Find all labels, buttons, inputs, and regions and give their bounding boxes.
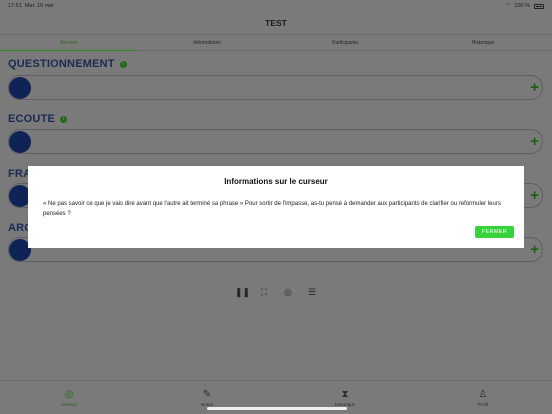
modal-title: Informations sur le curseur [224,177,328,186]
slider-knob[interactable] [9,77,31,99]
pause-icon[interactable]: ❚❚ [235,287,250,298]
tab-bar: Session Informations Participants Histor… [0,34,552,51]
nav-profil[interactable]: ♙ Profil [414,381,552,414]
slider-questionnement[interactable]: + [8,75,543,100]
session-controls: ❚❚ ⛶ ◎ ☰ [0,287,552,298]
status-date: Mar. 16 mai [24,3,54,9]
close-button[interactable]: FERMER [474,226,514,238]
nav-label: Session [60,401,77,407]
status-time-date: 17:51 Mar. 16 mai [8,3,54,9]
status-indicators: ◠ 100 % [506,3,544,9]
battery-icon [534,3,544,9]
home-indicator[interactable] [207,407,347,410]
section-title-questionnement: QUESTIONNEMENT i [8,58,127,70]
section-title-text: QUESTIONNEMENT [8,58,115,70]
slider-ecoute[interactable]: + [8,129,543,154]
status-time: 17:51 [8,3,22,9]
slider-knob[interactable] [9,131,31,153]
info-modal: Informations sur le curseur « Ne pas sav… [28,166,524,248]
battery-text: 100 % [514,3,530,9]
wifi-icon: ◠ [505,3,511,9]
tab-participants[interactable]: Participants [276,35,414,50]
info-icon[interactable]: i [119,60,127,68]
record-icon[interactable]: ◎ [283,287,293,298]
profile-icon: ♙ [478,388,488,400]
tab-session[interactable]: Session [0,35,138,51]
section-title-text: ECOUTE [8,113,56,125]
plus-icon[interactable]: + [530,130,539,154]
nav-label: Historique [334,401,356,407]
fullscreen-icon[interactable]: ⛶ [259,287,269,298]
nav-label: Profil [477,401,489,407]
plus-icon[interactable]: + [530,238,539,262]
modal-body: « Ne pas savoir ce que je vais dire avan… [43,201,501,217]
page-title: TEST [265,18,287,28]
plus-icon[interactable]: + [530,184,539,208]
list-icon[interactable]: ☰ [307,287,317,298]
hourglass-icon: ⧗ [341,388,349,400]
plus-icon[interactable]: + [530,76,539,100]
status-bar: 17:51 Mar. 16 mai ◠ 100 % [0,0,552,12]
tab-historique[interactable]: Historique [414,35,552,50]
tab-informations[interactable]: Informations [138,35,276,50]
section-title-ecoute: ECOUTE i [8,113,68,125]
info-icon[interactable]: i [60,115,68,123]
nav-session[interactable]: ◎ Session [0,381,138,414]
session-icon: ◎ [64,388,74,400]
nav-label: Notes [201,401,213,407]
pencil-icon: ✎ [202,388,212,400]
